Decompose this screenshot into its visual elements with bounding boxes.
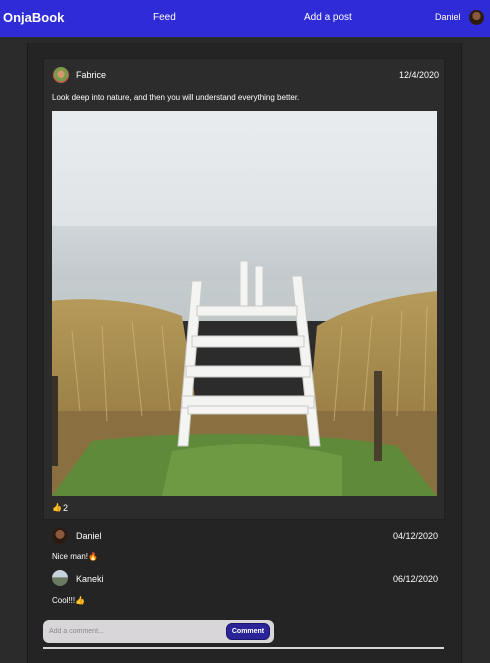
nav-feed-link[interactable]: Feed	[153, 12, 176, 23]
comment-form: Comment	[43, 620, 274, 643]
comment-text: Cool!!!👍	[52, 596, 86, 605]
divider	[43, 647, 444, 649]
user-avatar[interactable]	[469, 10, 484, 25]
thumbs-up-icon[interactable]: 👍	[52, 503, 62, 512]
comment-author[interactable]: Daniel	[76, 531, 102, 541]
nav-add-post-link[interactable]: Add a post	[304, 12, 352, 23]
comment-avatar[interactable]	[52, 528, 68, 544]
comment-button[interactable]: Comment	[226, 623, 270, 640]
post-author[interactable]: Fabrice	[76, 70, 106, 80]
nav-user-name[interactable]: Daniel	[435, 12, 461, 22]
like-count: 2	[63, 503, 69, 513]
post-author-avatar[interactable]	[53, 67, 69, 83]
post-caption: Look deep into nature, and then you will…	[52, 93, 300, 102]
app-logo[interactable]: OnjaBook	[3, 10, 64, 25]
comment-author[interactable]: Kaneki	[76, 574, 104, 584]
post-image	[52, 111, 437, 496]
comment-text: Nice man!🔥	[52, 552, 98, 561]
comment-date: 04/12/2020	[393, 531, 439, 541]
post-image-graphic	[52, 111, 437, 496]
comment-date: 06/12/2020	[393, 574, 439, 584]
comment-input[interactable]	[47, 624, 226, 639]
post-date: 12/4/2020	[399, 70, 440, 80]
comment-avatar[interactable]	[52, 570, 68, 586]
top-navbar: OnjaBook Feed Add a post Daniel	[0, 0, 490, 37]
